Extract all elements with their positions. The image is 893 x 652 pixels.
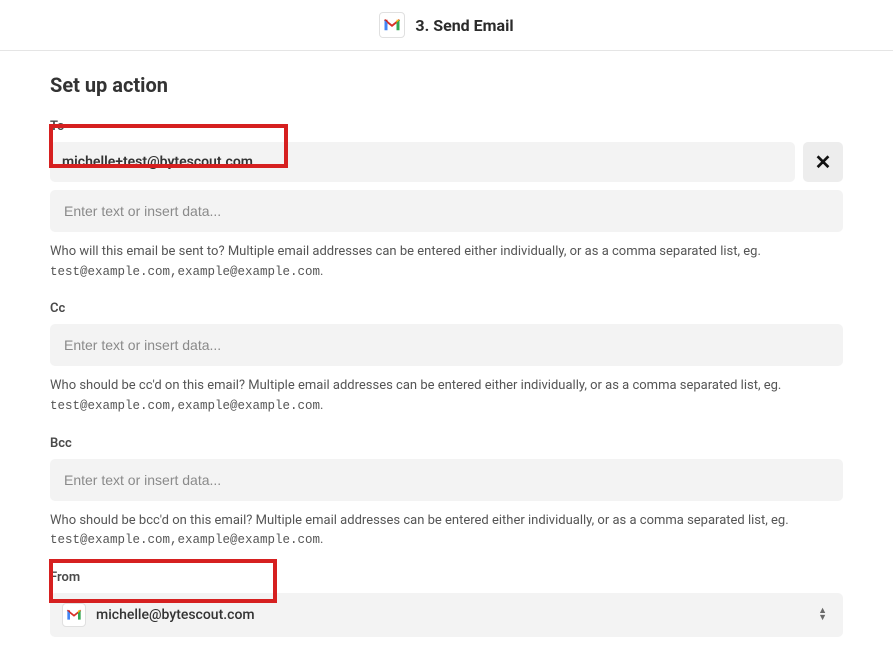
- gmail-icon: [379, 12, 405, 38]
- cc-field-group: Cc Who should be cc'd on this email? Mul…: [50, 301, 843, 415]
- cc-label: Cc: [50, 301, 843, 316]
- from-field-group: From michelle@bytescout.com ▲▼: [50, 570, 843, 637]
- to-value-pill[interactable]: michelle+test@bytescout.com: [50, 142, 795, 182]
- from-label: From: [50, 570, 843, 585]
- cc-input[interactable]: [50, 324, 843, 366]
- step-header: 3. Send Email: [0, 0, 893, 51]
- close-icon: ✕: [815, 150, 832, 175]
- from-value: michelle@bytescout.com: [96, 607, 818, 623]
- to-input[interactable]: [50, 190, 843, 232]
- to-label: To: [50, 119, 843, 134]
- cc-help-text: Who should be cc'd on this email? Multip…: [50, 376, 843, 415]
- to-help-text: Who will this email be sent to? Multiple…: [50, 242, 843, 281]
- bcc-help-text: Who should be bcc'd on this email? Multi…: [50, 511, 843, 550]
- bcc-input[interactable]: [50, 459, 843, 501]
- to-field-group: To michelle+test@bytescout.com ✕ Who wil…: [50, 119, 843, 281]
- gmail-icon: [62, 603, 86, 627]
- section-title: Set up action: [50, 73, 843, 97]
- step-title: 3. Send Email: [415, 16, 513, 35]
- bcc-label: Bcc: [50, 436, 843, 451]
- remove-to-button[interactable]: ✕: [803, 142, 843, 182]
- from-select[interactable]: michelle@bytescout.com ▲▼: [50, 593, 843, 637]
- to-value-text: michelle+test@bytescout.com: [62, 154, 253, 170]
- updown-icon: ▲▼: [818, 608, 831, 622]
- bcc-field-group: Bcc Who should be bcc'd on this email? M…: [50, 436, 843, 550]
